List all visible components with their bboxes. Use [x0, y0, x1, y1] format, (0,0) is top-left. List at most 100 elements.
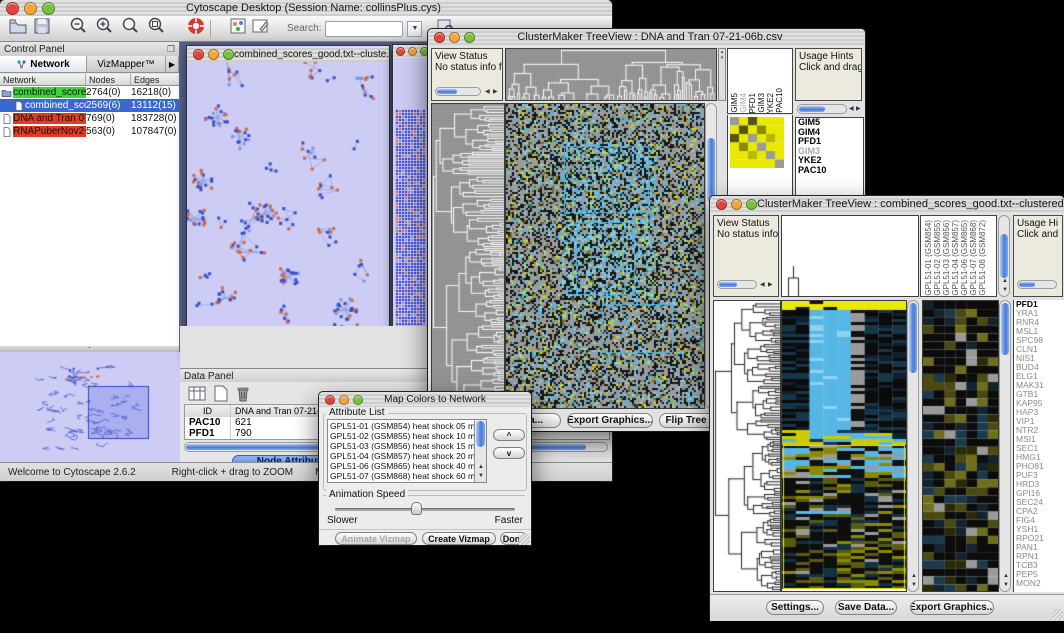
treeview-window-combined: ClusterMaker TreeView : combined_scores_… [710, 196, 1064, 620]
network-list-row[interactable]: DNA and Tran 07769(0)183728(0) [0, 112, 179, 125]
tab-vizmapper[interactable]: VizMapper™ [87, 56, 166, 72]
attribute-list-vscrollbar[interactable]: ▲ ▼ [474, 420, 486, 482]
tv2-col-dendrogram[interactable] [781, 215, 919, 297]
tv1-usage-scrollbar[interactable] [797, 104, 847, 114]
tv2-zoom-heatmap[interactable] [922, 300, 999, 592]
scroll-right-icon[interactable]: ▶ [768, 282, 773, 288]
minimize-icon[interactable] [731, 199, 742, 210]
zoom-selected-icon[interactable] [120, 16, 142, 41]
minimize-icon[interactable] [24, 2, 37, 15]
matrix-col-label: GPL51-07 (GSM868) [969, 220, 978, 296]
close-icon[interactable] [434, 32, 445, 43]
attribute-list-item[interactable]: GPL51-02 (GSM855) heat shock 10 min [328, 431, 474, 441]
speed-slider-thumb[interactable] [411, 502, 422, 515]
tv2-usage-scrollbar[interactable] [1017, 280, 1057, 289]
vizmap-icon[interactable] [229, 17, 247, 40]
zoom-window-icon[interactable] [223, 49, 234, 60]
matrix-col-label: GPL51-03 (GSM856) [942, 220, 951, 296]
scroll-down-icon[interactable]: ▼ [1003, 582, 1009, 588]
close-icon[interactable] [396, 47, 405, 56]
scroll-up-icon[interactable]: ▲ [1003, 573, 1009, 579]
close-icon[interactable] [325, 395, 335, 405]
move-down-button[interactable]: v [493, 447, 525, 459]
tab-overflow-arrow[interactable]: ▶ [166, 56, 179, 72]
help-icon[interactable] [186, 16, 206, 41]
tv1-col-scroll-strip[interactable]: ▴▾ [718, 48, 726, 101]
tv2-heatmap-vscrollbar[interactable]: ▲ ▼ [907, 300, 919, 592]
tv2-usage-hints: Usage Hi Click and [1013, 215, 1063, 297]
attribute-list-item[interactable]: GPL51-03 (GSM856) heat shock 15 min [328, 441, 474, 451]
scroll-down-icon[interactable]: ▼ [478, 473, 484, 479]
main-title-bar[interactable]: Cytoscape Desktop (Session Name: collins… [0, 0, 612, 17]
scroll-left-icon[interactable]: ◀ [485, 89, 490, 95]
zoom-out-icon[interactable] [68, 16, 90, 41]
attribute-list-item[interactable]: GPL51-04 (GSM857) heat shock 20 min [328, 451, 474, 461]
create-vizmap-button[interactable]: Create Vizmap [422, 532, 496, 545]
tab-network[interactable]: Network [0, 56, 87, 72]
close-icon[interactable] [193, 49, 204, 60]
zoom-window-icon[interactable] [353, 395, 363, 405]
speed-slider-track[interactable] [335, 508, 515, 511]
tv2-genes-vscrollbar[interactable]: ▲ ▼ [999, 300, 1011, 592]
settings-button[interactable]: Settings... [766, 600, 824, 615]
search-dropdown-icon[interactable]: ▼ [407, 21, 422, 37]
status-zoom-hint: Right-click + drag to ZOOM [136, 467, 293, 478]
float-panel-icon[interactable]: ❐ [167, 44, 179, 55]
resize-grip[interactable] [1052, 609, 1063, 620]
birdseye-canvas[interactable] [0, 352, 178, 460]
tv2-row-dendrogram[interactable] [713, 300, 781, 592]
scroll-right-icon[interactable]: ▶ [493, 89, 498, 95]
network-canvas[interactable] [187, 62, 389, 361]
scroll-down-icon[interactable]: ▼ [1002, 287, 1008, 293]
open-icon[interactable] [8, 17, 28, 40]
move-up-button[interactable]: ^ [493, 429, 525, 441]
minimize-icon[interactable] [408, 47, 417, 56]
close-icon[interactable] [716, 199, 727, 210]
scroll-left-icon[interactable]: ◀ [760, 282, 765, 288]
resize-grip[interactable] [519, 534, 530, 545]
col-header-network[interactable]: Network [0, 74, 86, 85]
tv2-heatmap[interactable] [781, 300, 907, 592]
tv2-labels-vscrollbar[interactable]: ▲ ▼ [998, 215, 1010, 297]
tv2-status-scrollbar[interactable] [717, 280, 757, 289]
tv1-status-scrollbar[interactable] [435, 87, 481, 96]
attribute-list-item[interactable]: GPL51-01 (GSM854) heat shock 05 min [328, 421, 474, 431]
attribute-list[interactable]: GPL51-01 (GSM854) heat shock 05 minGPL51… [327, 419, 487, 483]
search-input[interactable] [325, 21, 403, 37]
network-list-row[interactable]: combined_sco2569(6)13112(15) [0, 99, 179, 112]
zoom-window-icon[interactable] [464, 32, 475, 43]
data-col-id[interactable]: ID [185, 405, 231, 417]
network-list-row[interactable]: RNAPuberNov2+563(0)107847(0) [0, 125, 179, 138]
animate-vizmap-button[interactable]: Animate Vizmap [335, 532, 417, 545]
minimize-icon[interactable] [449, 32, 460, 43]
save-data-button[interactable]: Save Data... [835, 600, 897, 615]
birdseye-panel[interactable] [0, 352, 180, 462]
zoom-in-icon[interactable] [94, 16, 116, 41]
col-header-nodes[interactable]: Nodes [86, 74, 131, 85]
attribute-list-item[interactable]: GPL51-07 (GSM868) heat shock 60 min [328, 471, 474, 481]
tv1-heatmap[interactable] [505, 103, 705, 409]
col-header-edges[interactable]: Edges [131, 74, 178, 85]
treeview2-title: ClusterMaker TreeView : combined_scores_… [757, 198, 1064, 210]
scroll-right-icon[interactable]: ▶ [856, 106, 861, 112]
scroll-up-icon[interactable]: ▲ [478, 464, 484, 470]
scroll-down-icon[interactable]: ▼ [911, 582, 917, 588]
gene-label: MON2 [1014, 579, 1064, 588]
export-graphics-button[interactable]: Export Graphics... [910, 600, 994, 615]
close-icon[interactable] [6, 2, 19, 15]
minimize-icon[interactable] [339, 395, 349, 405]
zoom-window-icon[interactable] [746, 199, 757, 210]
annotation-icon[interactable] [251, 17, 271, 40]
scroll-up-icon[interactable]: ▲ [911, 573, 917, 579]
scroll-up-icon[interactable]: ▲ [1002, 278, 1008, 284]
zoom-window-icon[interactable] [42, 2, 55, 15]
network-list-row[interactable]: combined_scores2764(0)16218(0) [0, 86, 179, 99]
scroll-left-icon[interactable]: ◀ [849, 106, 854, 112]
save-icon[interactable] [32, 17, 52, 40]
tv1-row-dendrogram[interactable] [431, 103, 505, 409]
zoom-fit-icon[interactable] [146, 16, 168, 41]
attribute-list-item[interactable]: GPL51-06 (GSM865) heat shock 40 min [328, 461, 474, 471]
export-graphics-button[interactable]: Export Graphics... [567, 413, 653, 428]
minimize-icon[interactable] [208, 49, 219, 60]
tv1-col-dendrogram[interactable] [505, 48, 717, 101]
